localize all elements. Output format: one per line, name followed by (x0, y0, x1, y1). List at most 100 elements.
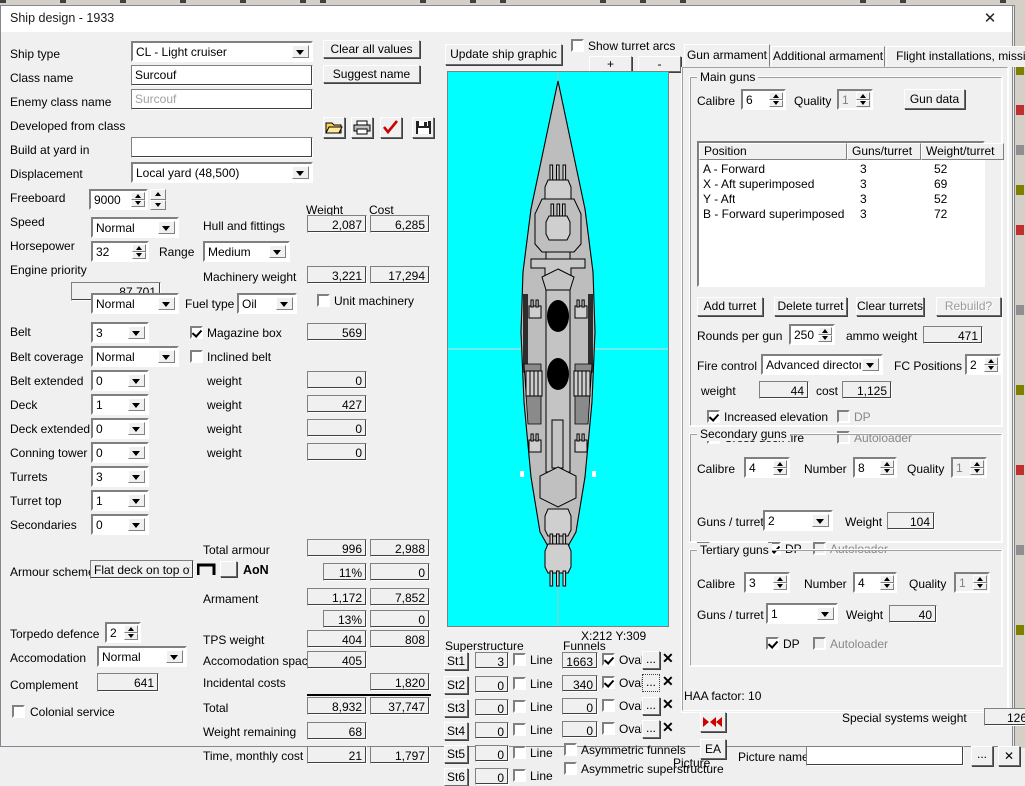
superstructure-line-checkbox-4[interactable] (513, 723, 526, 736)
superstructure-line-checkbox-1[interactable] (513, 653, 526, 666)
tab-gun-armament[interactable]: Gun armament (684, 44, 770, 67)
superstructure-button-st1[interactable]: St1 (444, 652, 468, 670)
funnel-oval-checkbox-2[interactable] (602, 676, 615, 689)
displacement-secondary-stepper[interactable] (150, 189, 166, 210)
tertiary-quality-stepper[interactable] (973, 575, 987, 590)
secondary-guns-turret-combo[interactable]: 2 (763, 510, 833, 531)
turret-top-combo[interactable]: 1 (91, 490, 149, 511)
chevron-down-icon[interactable] (158, 297, 175, 310)
superstructure-line-checkbox-3[interactable] (513, 700, 526, 713)
open-folder-icon[interactable] (323, 117, 345, 138)
column-weight-per-turret[interactable]: Weight/turret (921, 143, 1004, 160)
speed-spinner[interactable]: 32 (91, 241, 149, 262)
tertiary-calibre-spinner[interactable]: 3 (744, 572, 790, 593)
rounds-per-gun-stepper[interactable] (818, 327, 832, 342)
check-icon[interactable] (380, 117, 402, 138)
picture-name-input[interactable] (806, 746, 964, 766)
funnel-browse-button-1[interactable]: ... (642, 651, 660, 669)
gun-data-button[interactable]: Gun data (904, 89, 965, 109)
funnel-clear-icon-3[interactable]: ✕ (662, 697, 674, 711)
engine-priority-combo[interactable]: Normal (91, 293, 179, 314)
unit-machinery-checkbox[interactable] (317, 294, 330, 307)
main-guns-listview[interactable]: Position Guns/turret Weight/turret A - F… (697, 141, 1004, 287)
chevron-down-icon[interactable] (862, 358, 879, 371)
column-position[interactable]: Position (699, 143, 847, 160)
belt-combo[interactable]: 3 (91, 322, 149, 343)
turrets-combo[interactable]: 3 (91, 466, 149, 487)
secondary-calibre-spinner[interactable]: 4 (744, 457, 790, 478)
delete-turret-button[interactable]: Delete turret (774, 297, 847, 316)
secondary-quality-stepper[interactable] (970, 460, 984, 475)
main-calibre-spinner[interactable]: 6 (741, 89, 786, 110)
chevron-down-icon[interactable] (812, 514, 829, 527)
asymmetric-funnels-checkbox[interactable] (564, 743, 577, 756)
chevron-down-icon[interactable] (276, 297, 293, 310)
chevron-down-icon[interactable] (166, 650, 183, 663)
superstructure-button-st3[interactable]: St3 (444, 699, 468, 717)
tertiary-dp-checkbox[interactable] (766, 637, 779, 650)
torpedo-defence-spinner[interactable]: 2 (105, 622, 141, 643)
secondary-calibre-stepper[interactable] (773, 460, 787, 475)
add-turret-button[interactable]: Add turret (697, 297, 763, 316)
funnel-browse-button-3[interactable]: ... (642, 697, 660, 715)
suggest-name-button[interactable]: Suggest name (323, 65, 420, 83)
table-row[interactable]: Y - Aft 3 52 (699, 192, 983, 207)
tertiary-number-spinner[interactable]: 4 (853, 572, 897, 593)
class-name-input[interactable]: Surcouf (131, 65, 313, 86)
funnel-clear-icon-2[interactable]: ✕ (662, 674, 674, 688)
superstructure-line-checkbox-6[interactable] (513, 769, 526, 782)
chevron-down-icon[interactable] (292, 166, 309, 179)
fuel-type-combo[interactable]: Oil (237, 293, 297, 314)
colonial-service-checkbox[interactable] (12, 705, 25, 718)
rounds-per-gun-spinner[interactable]: 250 (789, 324, 835, 345)
chevron-down-icon[interactable] (158, 221, 175, 234)
funnel-oval-checkbox-3[interactable] (602, 699, 615, 712)
main-quality-spinner[interactable]: 1 (837, 89, 873, 110)
secondary-number-spinner[interactable]: 8 (853, 457, 897, 478)
chevron-down-icon[interactable] (128, 326, 145, 339)
table-row[interactable]: X - Aft superimposed 3 69 (699, 177, 983, 192)
table-row[interactable]: B - Forward superimposed 3 72 (699, 207, 983, 222)
superstructure-button-st4[interactable]: St4 (444, 722, 468, 740)
tertiary-quality-spinner[interactable]: 1 (954, 572, 990, 593)
arrows-left-right-icon[interactable] (700, 712, 726, 732)
fc-positions-stepper[interactable] (984, 357, 998, 372)
zoom-in-button[interactable]: + (589, 56, 632, 72)
conning-tower-combo[interactable]: 0 (91, 442, 149, 463)
chevron-down-icon[interactable] (128, 518, 145, 531)
show-turret-arcs-checkbox[interactable] (571, 39, 584, 52)
displacement-spinner[interactable]: 9000 (89, 189, 148, 210)
chevron-down-icon[interactable] (292, 45, 309, 58)
update-ship-graphic-button[interactable]: Update ship graphic (445, 44, 562, 65)
armour-scheme-button[interactable] (220, 561, 237, 577)
clear-all-values-button[interactable]: Clear all values (323, 40, 420, 58)
chevron-down-icon[interactable] (269, 245, 286, 258)
increased-elevation-checkbox[interactable] (707, 410, 720, 423)
clear-turrets-button[interactable]: Clear turrets (856, 297, 924, 316)
fc-positions-spinner[interactable]: 2 (965, 354, 1001, 375)
secondaries-combo[interactable]: 0 (91, 514, 149, 535)
picture-clear-button[interactable]: ✕ (998, 746, 1020, 766)
fire-control-combo[interactable]: Advanced director (761, 354, 883, 375)
asymmetric-superstructure-checkbox[interactable] (564, 762, 577, 775)
displacement-stepper[interactable] (131, 192, 145, 207)
superstructure-line-checkbox-2[interactable] (513, 677, 526, 690)
deck-extended-combo[interactable]: 0 (91, 418, 149, 439)
freeboard-combo[interactable]: Normal (91, 217, 179, 238)
range-combo[interactable]: Medium (203, 241, 290, 262)
inclined-belt-checkbox[interactable] (190, 350, 203, 363)
secondary-quality-spinner[interactable]: 1 (951, 457, 987, 478)
funnel-clear-icon-1[interactable]: ✕ (662, 651, 674, 665)
ship-type-combo[interactable]: CL - Light cruiser (131, 41, 313, 62)
magazine-box-checkbox[interactable] (190, 326, 203, 339)
main-quality-stepper[interactable] (856, 92, 870, 107)
belt-extended-combo[interactable]: 0 (91, 370, 149, 391)
armour-scheme-field[interactable]: Flat deck on top of (90, 560, 194, 579)
tertiary-calibre-stepper[interactable] (773, 575, 787, 590)
tab-flight-installations[interactable]: Flight installations, missiles (886, 46, 1025, 67)
picture-browse-button[interactable]: ... (971, 746, 993, 766)
enemy-class-name-input[interactable]: Surcouf (131, 89, 313, 110)
funnel-browse-button-2[interactable]: ... (642, 674, 660, 692)
deck-combo[interactable]: 1 (91, 394, 149, 415)
chevron-down-icon[interactable] (158, 350, 175, 363)
